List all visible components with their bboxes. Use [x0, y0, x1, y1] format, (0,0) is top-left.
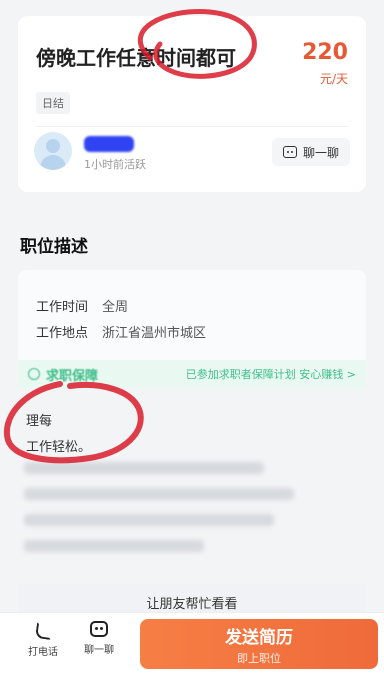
- work-time-label: 工作时间: [36, 300, 89, 315]
- blurred-text-line: [24, 540, 204, 552]
- divider: [36, 126, 348, 127]
- chat-tab-label: 聊一聊: [84, 645, 114, 656]
- share-label: 让朋友帮忙看看: [146, 596, 238, 612]
- guarantee-banner[interactable]: 求职保障 已参加求职者保障计划 安心赚钱 >: [18, 360, 366, 388]
- work-time-value: 全周: [102, 300, 129, 315]
- salary-unit: 元/天: [319, 72, 348, 86]
- chat-icon: [282, 146, 297, 158]
- guarantee-title: 求职保障: [46, 368, 99, 384]
- bottom-action-bar: 打电话 聊一聊 发送简历 即上职位: [0, 612, 384, 674]
- guarantee-link[interactable]: 已参加求职者保障计划 安心赚钱 >: [186, 366, 356, 382]
- recruiter-name-redacted: [84, 136, 134, 152]
- salary-value: 220: [302, 40, 348, 65]
- recruiter-active-status: 1小时前活跃: [84, 158, 146, 171]
- description-line: 工作轻松。: [26, 440, 92, 455]
- description-line: 理每: [26, 414, 53, 429]
- work-place-label: 工作地点: [36, 326, 89, 341]
- send-resume-button[interactable]: 发送简历 即上职位: [140, 619, 378, 669]
- pay-tag: 日结: [36, 92, 70, 114]
- call-label: 打电话: [28, 647, 58, 658]
- work-place-value: 浙江省温州市城区: [102, 326, 207, 341]
- chat-button-label: 聊一聊: [302, 145, 339, 160]
- avatar[interactable]: [34, 132, 72, 170]
- section-title: 职位描述: [20, 237, 88, 257]
- blurred-text-line: [24, 488, 294, 500]
- blurred-text-line: [24, 462, 264, 474]
- shield-icon: [28, 368, 40, 380]
- job-card: 傍晚工作任意时间都可 220 元/天 日结 1小时前活跃 聊一聊: [18, 16, 366, 192]
- chat-button[interactable]: 聊一聊: [272, 138, 350, 166]
- job-title: 傍晚工作任意时间都可: [36, 46, 236, 70]
- chat-tab-button[interactable]: 聊一聊: [76, 621, 122, 656]
- call-button[interactable]: 打电话: [20, 621, 66, 658]
- send-resume-label: 发送简历: [225, 627, 293, 648]
- phone-icon: [34, 621, 52, 639]
- chat-icon: [90, 621, 108, 637]
- blurred-text-line: [24, 514, 274, 526]
- send-resume-sublabel: 即上职位: [237, 651, 281, 665]
